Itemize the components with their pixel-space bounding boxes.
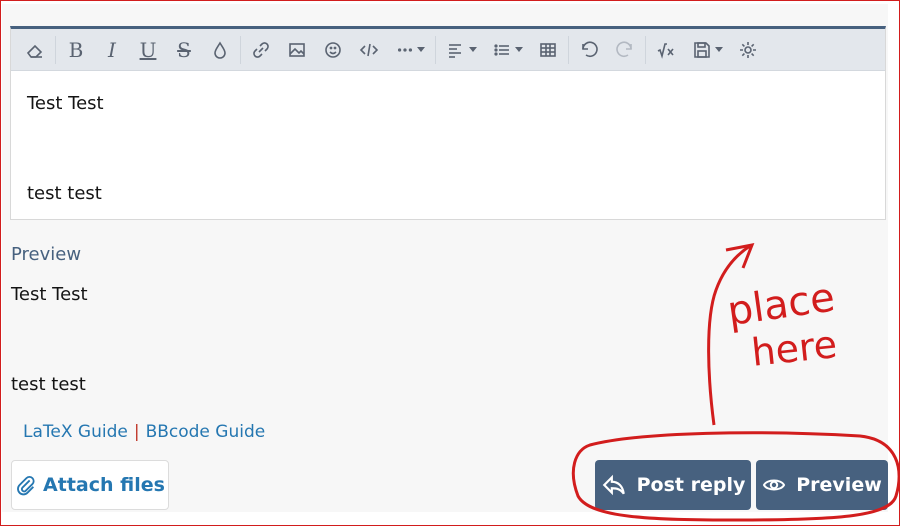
image-icon[interactable]: [279, 34, 315, 66]
table-icon[interactable]: [530, 34, 566, 66]
bbcode-guide-link[interactable]: BBcode Guide: [146, 422, 266, 442]
save-draft-icon[interactable]: [684, 34, 730, 66]
preview-content: Test Test test test: [11, 280, 88, 400]
paperclip-icon: [17, 475, 35, 496]
chevron-down-icon: [514, 47, 523, 52]
post-reply-label: Post reply: [636, 474, 746, 496]
toolbar-separator: [568, 35, 569, 64]
bold-icon[interactable]: B: [58, 34, 94, 66]
preview-heading: Preview: [11, 244, 82, 265]
code-icon[interactable]: [351, 34, 387, 66]
latex-guide-link[interactable]: LaTeX Guide: [23, 422, 128, 442]
link-separator: |: [133, 422, 140, 442]
color-drop-icon[interactable]: [202, 34, 238, 66]
editor-toolbar: B I U S: [11, 29, 885, 71]
preview-line: Test Test: [11, 284, 88, 305]
list-icon[interactable]: [484, 34, 530, 66]
chevron-down-icon: [714, 47, 723, 52]
guide-links: LaTeX Guide | BBcode Guide: [23, 422, 265, 442]
more-icon[interactable]: [387, 34, 433, 66]
redo-icon[interactable]: [607, 34, 643, 66]
attach-files-label: Attach files: [43, 474, 165, 496]
settings-icon[interactable]: [730, 34, 766, 66]
rich-text-editor: B I U S Test Test test test: [10, 26, 886, 220]
strikethrough-icon[interactable]: S: [166, 34, 202, 66]
chevron-down-icon: [416, 47, 425, 52]
chevron-down-icon: [468, 47, 477, 52]
preview-line: test test: [11, 374, 86, 395]
math-icon[interactable]: [648, 34, 684, 66]
smiley-icon[interactable]: [315, 34, 351, 66]
italic-icon[interactable]: I: [94, 34, 130, 66]
editor-content[interactable]: Test Test test test: [11, 71, 885, 227]
editor-line: test test: [27, 183, 102, 204]
toolbar-separator: [240, 35, 241, 64]
eye-icon: [763, 479, 786, 491]
reply-icon: [602, 474, 625, 496]
eraser-icon[interactable]: [17, 34, 53, 66]
toolbar-separator: [645, 35, 646, 64]
post-reply-button[interactable]: Post reply: [595, 460, 751, 510]
link-icon[interactable]: [243, 34, 279, 66]
underline-icon[interactable]: U: [130, 34, 166, 66]
toolbar-separator: [435, 35, 436, 64]
undo-icon[interactable]: [571, 34, 607, 66]
preview-button[interactable]: Preview: [756, 460, 888, 510]
toolbar-separator: [55, 35, 56, 64]
align-icon[interactable]: [438, 34, 484, 66]
attach-files-button[interactable]: Attach files: [11, 460, 169, 510]
preview-button-label: Preview: [796, 474, 882, 496]
editor-line: Test Test: [27, 93, 104, 114]
